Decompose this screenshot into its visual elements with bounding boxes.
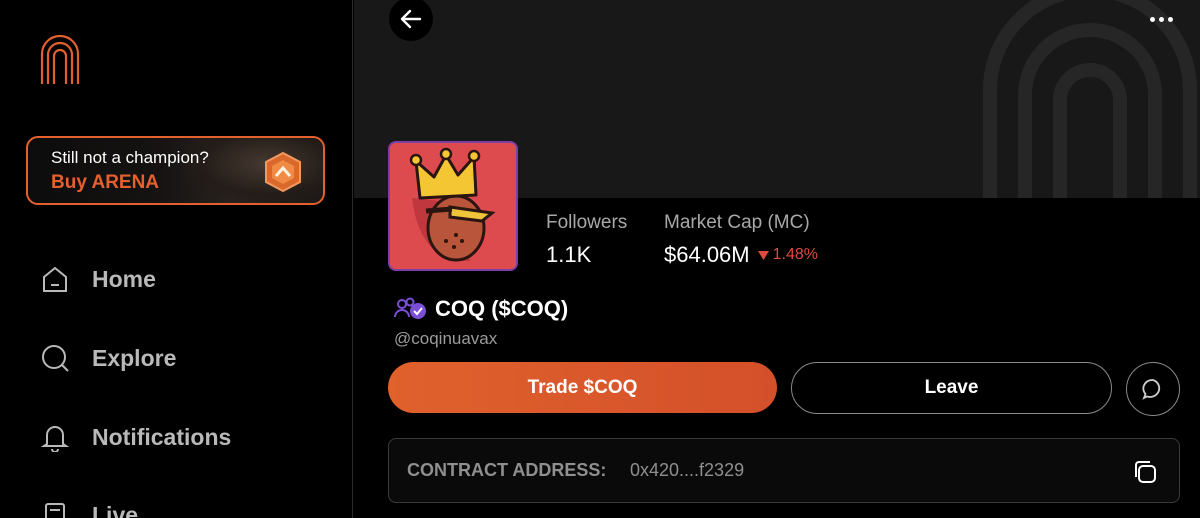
sidebar-item-live[interactable]: Live	[40, 500, 138, 518]
followers-stat[interactable]: Followers 1.1K	[546, 212, 627, 268]
sidebar-item-label: Live	[92, 501, 139, 518]
market-cap-value: $64.06M	[664, 242, 750, 267]
buy-arena-banner[interactable]: Still not a champion? Buy ARENA	[26, 136, 325, 205]
bell-icon	[40, 426, 70, 452]
arena-logo[interactable]	[40, 34, 80, 86]
followers-label: Followers	[546, 212, 628, 233]
live-icon	[45, 503, 65, 518]
sidebar-item-label: Notifications	[92, 423, 232, 450]
market-cap-change: 1.48%	[757, 246, 818, 264]
sidebar-item-label: Home	[92, 265, 156, 292]
buy-arena-link[interactable]: Buy ARENA	[51, 172, 159, 194]
profile-handle: @coqinuavax	[394, 329, 498, 348]
arrow-left-icon	[400, 9, 422, 29]
chat-bubble-icon	[1142, 379, 1161, 400]
contract-address-value: 0x420....f2329	[630, 460, 745, 480]
avatar[interactable]	[388, 141, 518, 271]
triangle-down-icon	[757, 250, 769, 260]
sidebar-item-label: Explore	[92, 344, 177, 371]
arena-coin-icon	[265, 152, 301, 192]
profile-name-row: COQ ($COQ)	[393, 296, 568, 322]
sidebar: Still not a champion? Buy ARENA Home Exp…	[0, 0, 353, 518]
more-dot-icon	[1158, 16, 1164, 22]
market-cap-label: Market Cap (MC)	[664, 212, 810, 233]
chat-button[interactable]	[1126, 362, 1180, 416]
sidebar-item-notifications[interactable]: Notifications	[40, 422, 231, 452]
market-cap-stat: Market Cap (MC) $64.06M 1.48%	[664, 212, 818, 268]
coq-avatar-icon	[390, 143, 516, 269]
copy-icon[interactable]	[1132, 459, 1158, 485]
market-cap-row: $64.06M 1.48%	[664, 242, 818, 268]
home-icon	[43, 266, 67, 292]
more-dot-icon	[1167, 16, 1173, 22]
followers-value: 1.1K	[546, 242, 592, 267]
contract-address-box: CONTRACT ADDRESS: 0x420....f2329	[388, 438, 1180, 503]
verified-community-icon	[394, 297, 426, 319]
sidebar-item-home[interactable]: Home	[40, 264, 156, 294]
profile-main: Followers 1.1K Market Cap (MC) $64.06M 1…	[354, 0, 1200, 518]
promo-title: Still not a champion?	[51, 148, 209, 167]
sidebar-item-explore[interactable]: Explore	[40, 343, 176, 373]
profile-name: COQ ($COQ)	[435, 296, 569, 321]
more-options-button[interactable]	[1146, 8, 1176, 30]
trade-button[interactable]: Trade $COQ	[388, 362, 777, 413]
more-dot-icon	[1149, 16, 1155, 22]
contract-address-label: CONTRACT ADDRESS:	[407, 460, 607, 480]
leave-button[interactable]: Leave	[791, 362, 1112, 414]
search-icon	[42, 345, 69, 372]
market-cap-change-value: 1.48%	[772, 246, 818, 263]
